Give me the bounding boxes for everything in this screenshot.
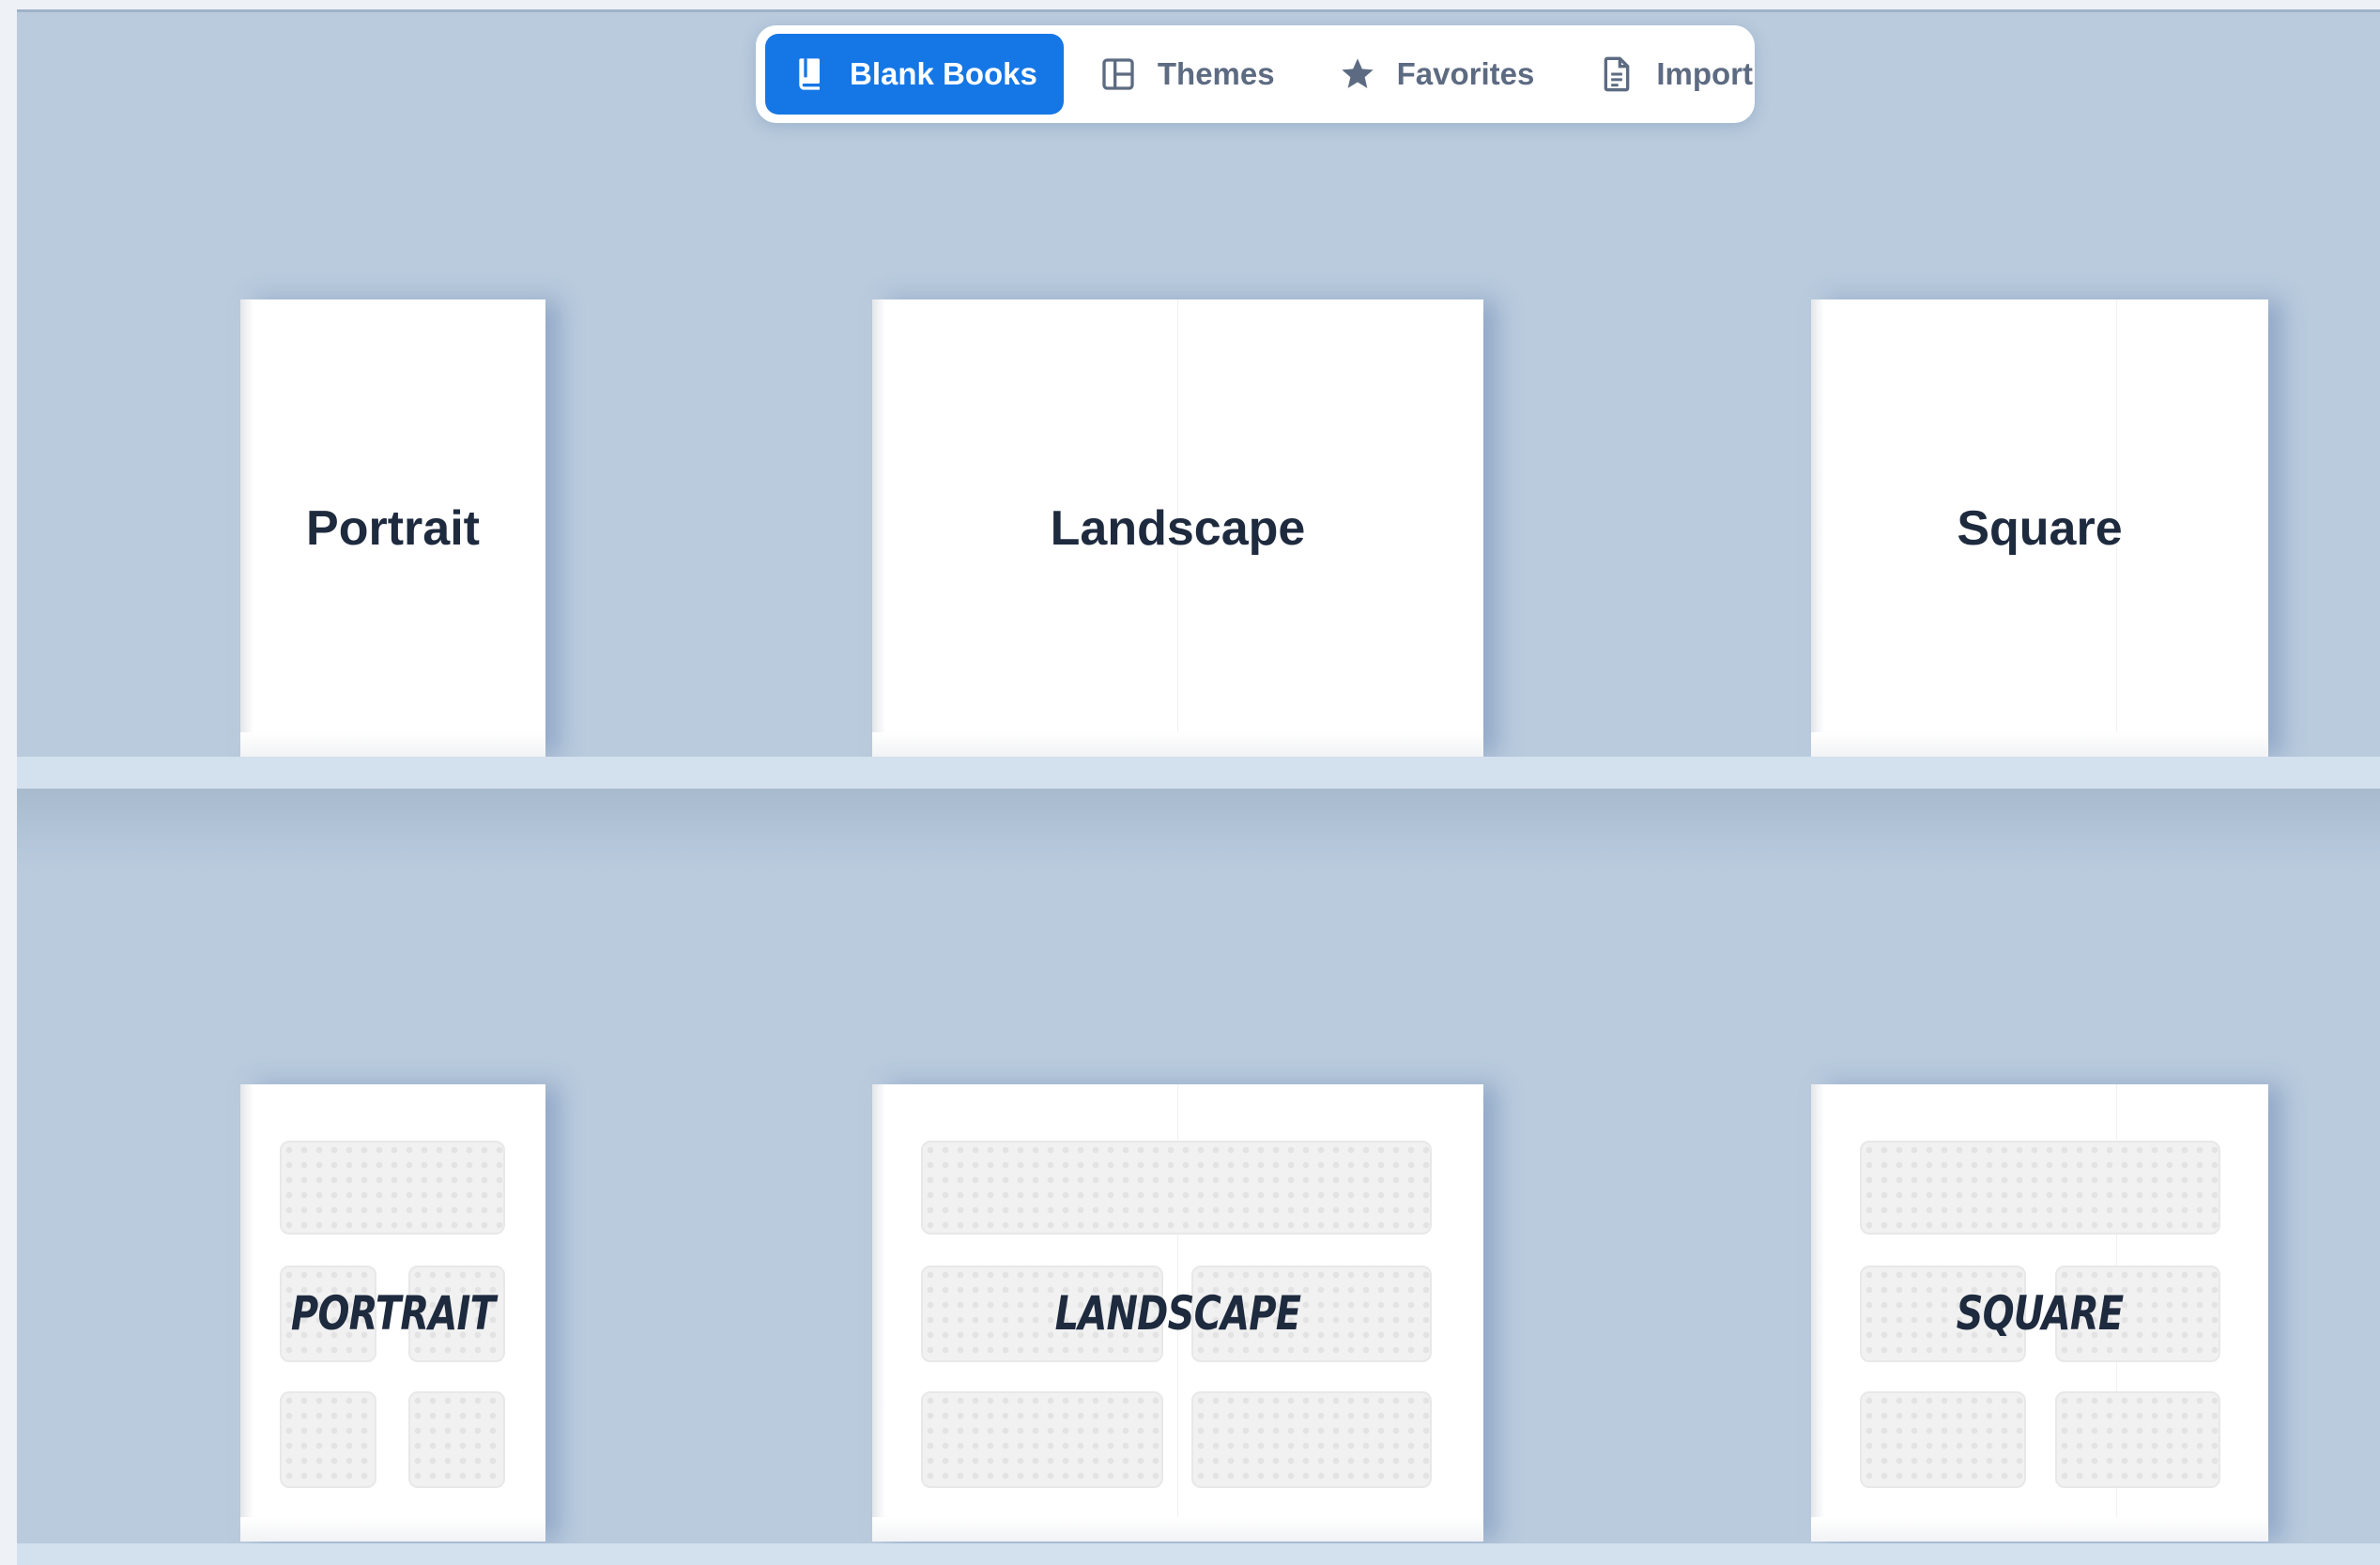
book-title: Landscape bbox=[1050, 500, 1306, 556]
bookshelf-app: Blank Books Themes Favorites Import Port… bbox=[17, 9, 2380, 1565]
shelf-board bbox=[17, 1543, 2380, 1565]
photo-slot bbox=[1860, 1391, 2026, 1488]
book-title: LANDSCAPE bbox=[1054, 1285, 1301, 1341]
book-icon bbox=[791, 55, 829, 93]
tab-label: Blank Books bbox=[850, 56, 1037, 91]
tab-blank-books[interactable]: Blank Books bbox=[765, 34, 1064, 115]
tab-label: Themes bbox=[1157, 56, 1275, 91]
tab-import[interactable]: Import bbox=[1570, 34, 1781, 115]
file-icon bbox=[1598, 55, 1635, 93]
top-border bbox=[17, 9, 2380, 12]
book-title: SQUARE bbox=[1956, 1285, 2125, 1341]
photo-slot bbox=[2055, 1391, 2220, 1488]
photo-slot bbox=[1860, 1141, 2220, 1235]
book-landscape[interactable]: Landscape bbox=[872, 299, 1483, 757]
shelf-board bbox=[17, 757, 2380, 789]
book-title: Square bbox=[1957, 500, 2123, 556]
photo-slot bbox=[280, 1391, 376, 1488]
book-title: Portrait bbox=[306, 500, 480, 556]
photo-slot bbox=[280, 1141, 505, 1235]
photo-slot bbox=[408, 1391, 505, 1488]
layout-icon bbox=[1099, 55, 1137, 93]
photo-slot bbox=[1191, 1391, 1432, 1488]
book-title: PORTRAIT bbox=[290, 1285, 496, 1341]
layout-book-portrait[interactable]: PORTRAIT bbox=[240, 1084, 545, 1542]
tab-label: Favorites bbox=[1396, 56, 1535, 91]
book-portrait[interactable]: Portrait bbox=[240, 299, 545, 757]
tab-favorites[interactable]: Favorites bbox=[1311, 34, 1563, 115]
layout-book-square[interactable]: SQUARE bbox=[1811, 1084, 2268, 1542]
photo-slot bbox=[921, 1141, 1432, 1235]
book-type-toolbar: Blank Books Themes Favorites Import bbox=[756, 25, 1755, 123]
layout-book-landscape[interactable]: LANDSCAPE bbox=[872, 1084, 1483, 1542]
star-icon bbox=[1339, 55, 1376, 93]
tab-themes[interactable]: Themes bbox=[1071, 34, 1303, 115]
tab-label: Import bbox=[1656, 56, 1754, 91]
shelf-shadow bbox=[17, 789, 2380, 873]
book-square[interactable]: Square bbox=[1811, 299, 2268, 757]
photo-slot bbox=[921, 1391, 1163, 1488]
